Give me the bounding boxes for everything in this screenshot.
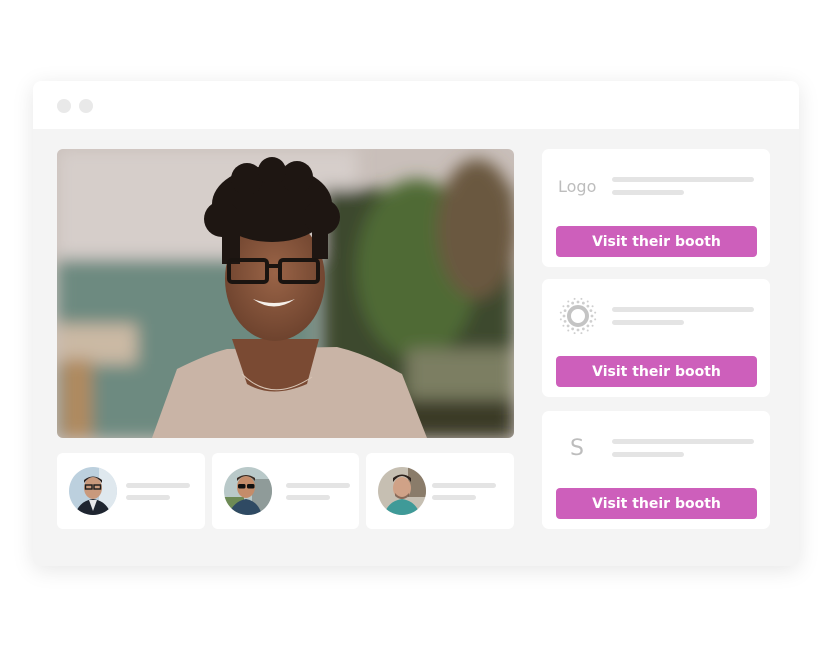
attendee-avatar <box>224 467 272 515</box>
attendee-avatar <box>69 467 117 515</box>
speaker-video-image <box>57 149 514 438</box>
attendee-card[interactable] <box>212 453 359 529</box>
booth-card: Visit their booth <box>542 279 770 397</box>
placeholder-line <box>286 495 330 500</box>
placeholder-line <box>612 439 754 444</box>
placeholder-line <box>126 495 170 500</box>
attendee-card[interactable] <box>57 453 205 529</box>
booth-logo: S <box>558 433 584 463</box>
placeholder-line <box>612 452 684 457</box>
window-control-dot[interactable] <box>79 99 93 113</box>
visit-booth-button[interactable]: Visit their booth <box>556 488 757 519</box>
window-titlebar <box>33 81 799 129</box>
placeholder-line <box>612 320 684 325</box>
booth-card: S Visit their booth <box>542 411 770 529</box>
visit-booth-button[interactable]: Visit their booth <box>556 356 757 387</box>
placeholder-line <box>612 190 684 195</box>
main-video-feed[interactable] <box>57 149 514 438</box>
app-window: Logo Visit their booth Visit their booth… <box>33 81 799 566</box>
booth-logo <box>558 297 598 335</box>
booth-logo-letter: S <box>570 435 584 461</box>
placeholder-line <box>126 483 190 488</box>
placeholder-line <box>612 307 754 312</box>
visit-booth-button[interactable]: Visit their booth <box>556 226 757 257</box>
window-control-dot[interactable] <box>57 99 71 113</box>
attendee-avatar <box>378 467 426 515</box>
placeholder-line <box>432 495 476 500</box>
booth-card: Logo Visit their booth <box>542 149 770 267</box>
placeholder-line <box>286 483 350 488</box>
booth-logo-text: Logo <box>558 176 597 196</box>
booth-logo: Logo <box>558 171 596 201</box>
placeholder-line <box>432 483 496 488</box>
sunburst-icon <box>559 297 597 335</box>
placeholder-line <box>612 177 754 182</box>
attendee-card[interactable] <box>366 453 514 529</box>
